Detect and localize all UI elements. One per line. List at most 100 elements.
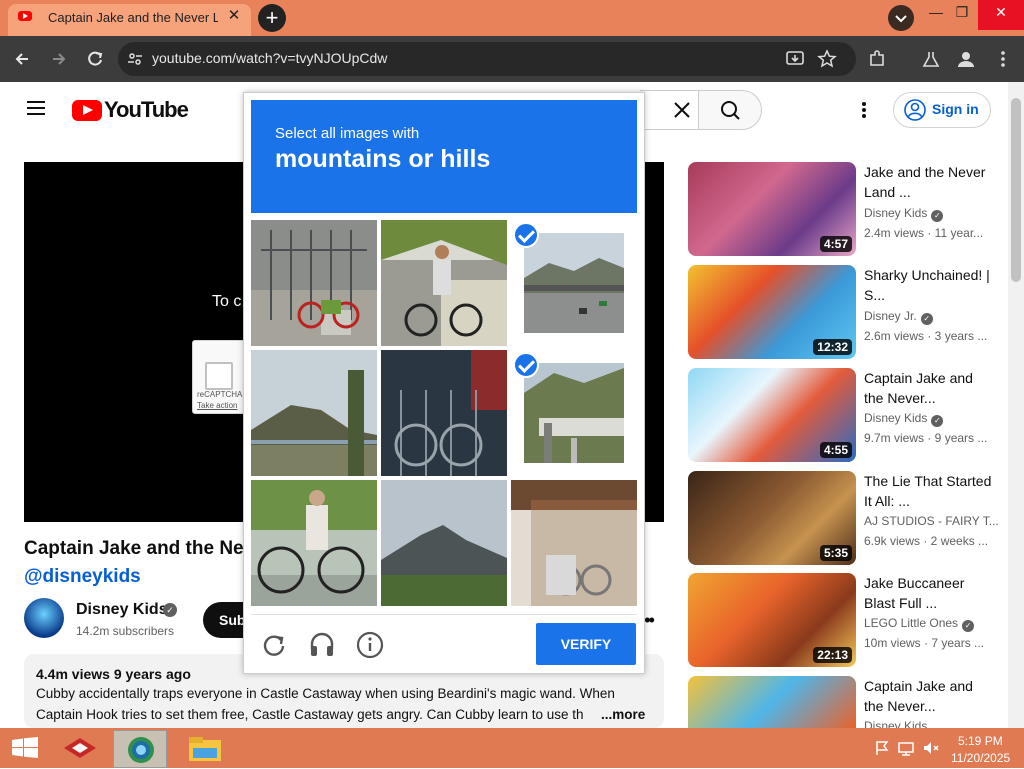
selected-check-icon — [513, 352, 539, 378]
view-stats: 4.4m views 9 years ago — [36, 666, 191, 682]
duration-badge: 4:57 — [819, 236, 852, 252]
recommendation-meta: 9.7m views · 9 years ... — [864, 431, 988, 445]
recommendation-thumbnail[interactable] — [688, 676, 856, 728]
labs-flask-icon[interactable] — [921, 49, 941, 69]
recommendation-title[interactable]: Jake Buccaneer Blast Full ... — [864, 573, 994, 613]
recommendation-thumbnail[interactable]: 22:13 — [688, 573, 856, 667]
forward-arrow-icon — [53, 53, 66, 65]
recommendation-channel[interactable]: Disney Jr. ✓ — [864, 309, 933, 325]
selected-check-icon — [513, 222, 539, 248]
recommendation-thumbnail[interactable]: 5:35 — [688, 471, 856, 565]
youtube-logo-icon[interactable] — [72, 100, 102, 121]
clock-date[interactable]: 11/20/2025 — [951, 751, 1010, 765]
recommendation-title[interactable]: Sharky Unchained! | S... — [864, 265, 994, 305]
channel-handle-link[interactable]: @disneykids — [24, 566, 141, 588]
recommendation-channel[interactable]: Disney Kids ✓ — [864, 411, 944, 427]
info-icon[interactable] — [356, 631, 384, 659]
recommendation-channel[interactable]: Disney Kids ✓ — [864, 206, 944, 222]
description-text-line1: Cubby accidentally traps everyone in Cas… — [36, 686, 615, 701]
recommendation-thumbnail[interactable]: 4:55 — [688, 368, 856, 462]
volume-mute-tray-icon[interactable] — [922, 740, 940, 756]
recommendation-meta: 6.9k views · 2 weeks ... — [864, 534, 989, 548]
video-title: Captain Jake and the Ne — [24, 538, 244, 559]
extensions-icon[interactable] — [867, 49, 887, 69]
captcha-tile[interactable] — [511, 480, 637, 606]
subscriber-count: 14.2m subscribers — [76, 624, 175, 638]
recommendation-title[interactable]: The Lie That Started It All: ... — [864, 471, 994, 511]
channel-avatar[interactable] — [24, 598, 64, 638]
window-close-button[interactable]: ✕ — [978, 0, 1024, 30]
recaptcha-label: reCAPTCHA — [197, 390, 243, 399]
back-button[interactable] — [10, 46, 36, 72]
app-icon[interactable] — [62, 734, 98, 762]
browser-icon — [128, 737, 154, 763]
sign-in-label[interactable]: Sign in — [932, 101, 979, 117]
recommendation-channel[interactable]: LEGO Little Ones ✓ — [864, 616, 975, 632]
captcha-tile[interactable] — [251, 480, 377, 606]
bookmark-star-icon[interactable] — [817, 49, 837, 69]
forward-button[interactable] — [46, 46, 72, 72]
recommendation-meta: 2.6m views · 3 years ... — [864, 329, 988, 343]
verified-check-icon: ✓ — [920, 313, 933, 325]
audio-challenge-icon[interactable] — [308, 631, 336, 657]
captcha-target-text: mountains or hills — [275, 145, 491, 173]
url-text[interactable]: youtube.com/watch?v=tvyNJOUpCdw — [152, 50, 387, 66]
recommendation-title[interactable]: Captain Jake and the Never... — [864, 368, 994, 408]
captcha-tile[interactable] — [381, 350, 507, 476]
profile-icon[interactable] — [956, 49, 976, 69]
recommendation-thumbnail[interactable]: 4:57 — [688, 162, 856, 256]
flag-tray-icon[interactable] — [874, 740, 890, 756]
reload-button[interactable] — [82, 46, 108, 72]
recommendation-meta: 2.4m views · 11 year... — [864, 226, 984, 240]
hamburger-menu-icon[interactable] — [27, 97, 45, 119]
new-tab-button[interactable]: + — [258, 4, 286, 32]
verify-label[interactable]: VERIFY — [536, 636, 636, 652]
site-info-icon[interactable] — [126, 50, 144, 68]
subscribe-label[interactable]: Sub — [219, 612, 245, 628]
youtube-logo-text[interactable]: YouTube — [104, 97, 189, 123]
channel-name[interactable]: Disney Kids — [76, 601, 168, 619]
file-explorer-icon[interactable] — [188, 734, 222, 762]
chevron-down-icon — [895, 15, 907, 23]
youtube-favicon-icon — [18, 11, 32, 21]
windows-start-icon[interactable] — [12, 737, 38, 759]
scrollbar-thumb[interactable] — [1011, 98, 1021, 282]
recommendation-meta: 10m views · 7 years ... — [864, 636, 985, 650]
settings-more-icon[interactable] — [854, 100, 874, 120]
captcha-tile-selected[interactable] — [511, 220, 637, 346]
captcha-tile[interactable] — [381, 220, 507, 346]
description-more-link[interactable]: ...more — [601, 707, 645, 722]
recommendation-thumbnail[interactable]: 12:32 — [688, 265, 856, 359]
recommendation-channel[interactable]: Disney Kids — [864, 719, 927, 728]
chrome-taskbar-button[interactable] — [113, 730, 167, 768]
clear-search-icon[interactable] — [672, 100, 692, 120]
restore-button[interactable]: ❐ — [946, 0, 978, 30]
captcha-footer-divider — [251, 614, 637, 615]
verified-check-icon: ✓ — [163, 603, 177, 617]
back-arrow-icon — [15, 53, 28, 65]
tab-title: Captain Jake and the Never Land Pirates — [48, 10, 218, 25]
reload-challenge-icon[interactable] — [261, 631, 287, 657]
chrome-menu-icon[interactable] — [993, 49, 1013, 69]
recommendation-title[interactable]: Captain Jake and the Never... — [864, 676, 994, 716]
duration-badge: 5:35 — [819, 545, 852, 561]
verified-check-icon: ✓ — [931, 210, 944, 222]
duration-badge: 22:13 — [813, 647, 852, 663]
search-button[interactable] — [698, 90, 762, 130]
tab-search-button[interactable] — [888, 5, 914, 31]
tab-close-button[interactable]: ✕ — [226, 8, 242, 24]
recommendation-channel[interactable]: AJ STUDIOS - FAIRY T... — [864, 514, 999, 528]
recaptcha-take-action-link[interactable]: Take action — [197, 401, 237, 410]
captcha-tile-selected[interactable] — [511, 350, 637, 476]
recaptcha-checkbox[interactable] — [205, 362, 233, 390]
captcha-tile[interactable] — [381, 480, 507, 606]
clock-time[interactable]: 5:19 PM — [958, 734, 1003, 748]
network-tray-icon[interactable] — [898, 740, 916, 756]
duration-badge: 4:55 — [819, 442, 852, 458]
captcha-instruction-text: Select all images with — [275, 125, 420, 142]
captcha-tile[interactable] — [251, 220, 377, 346]
duration-badge: 12:32 — [813, 339, 852, 355]
install-app-icon[interactable] — [785, 49, 805, 69]
recommendation-title[interactable]: Jake and the Never Land ... — [864, 162, 994, 202]
captcha-tile[interactable] — [251, 350, 377, 476]
